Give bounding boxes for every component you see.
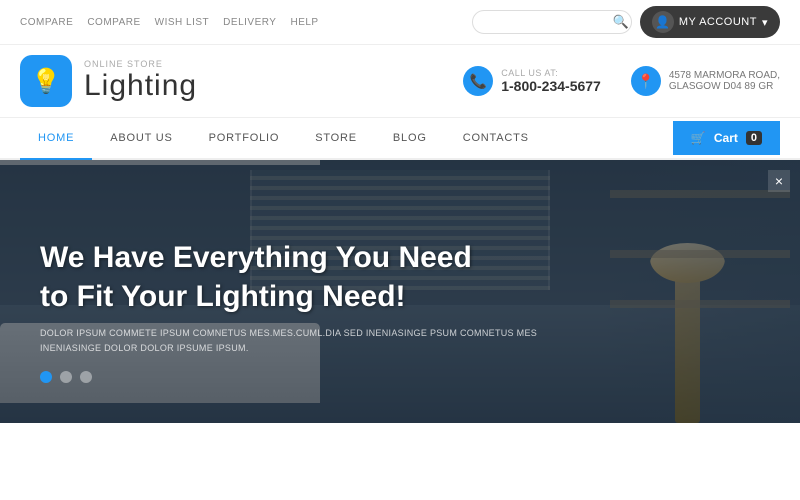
location-icon: 📍 <box>637 73 654 90</box>
account-button[interactable]: 👤 MY ACCOUNT ▾ <box>640 6 780 38</box>
top-right-actions: 🔍 👤 MY ACCOUNT ▾ <box>472 6 780 38</box>
nav-home[interactable]: HOME <box>20 118 92 160</box>
nav-delivery[interactable]: DELIVERY <box>223 17 276 28</box>
brand-text: ONLINE STORE Lighting <box>84 59 197 103</box>
account-label: MY ACCOUNT <box>679 16 757 28</box>
site-header: 💡 ONLINE STORE Lighting 📞 CALL US AT: 1-… <box>0 45 800 118</box>
top-bar: COMPARE COMPARE WISH LIST DELIVERY HELP … <box>0 0 800 45</box>
hero-title-line1: We Have Everything You Need <box>40 241 472 274</box>
cart-button[interactable]: 🛒 Cart 0 <box>673 121 780 155</box>
nav-compare2[interactable]: COMPARE <box>87 17 140 28</box>
nav-compare1[interactable]: COMPARE <box>20 17 73 28</box>
nav-wishlist[interactable]: WISH LIST <box>155 17 210 28</box>
search-button[interactable]: 🔍 <box>613 14 629 30</box>
carousel-dot-2[interactable] <box>60 371 72 383</box>
address-contact: 📍 4578 MARMORA ROAD, GLASGOW D04 89 GR <box>631 66 780 96</box>
location-icon-circle: 📍 <box>631 66 661 96</box>
brand-icon: 💡 <box>20 55 72 107</box>
top-navigation: COMPARE COMPARE WISH LIST DELIVERY HELP <box>20 17 319 28</box>
hero-subtitle: DOLOR IPSUM COMMETE IPSUM COMNETUS MES.M… <box>40 326 540 355</box>
nav-items-list: HOME ABOUT US PORTFOLIO STORE BLOG CONTA… <box>20 118 547 158</box>
phone-label: CALL US AT: <box>501 68 601 78</box>
store-label: ONLINE STORE <box>84 59 197 69</box>
brand-name: Lighting <box>84 69 197 103</box>
close-scroll-button[interactable]: × <box>768 170 790 192</box>
cart-icon: 🛒 <box>691 131 706 145</box>
address-text: 4578 MARMORA ROAD, GLASGOW D04 89 GR <box>669 70 780 92</box>
phone-icon: 📞 <box>469 73 486 90</box>
search-icon: 🔍 <box>613 14 629 29</box>
search-box: 🔍 <box>472 10 632 34</box>
phone-contact: 📞 CALL US AT: 1-800-234-5677 <box>463 66 601 96</box>
address-line2: GLASGOW D04 89 GR <box>669 81 780 92</box>
hero-title-line2: to Fit Your Lighting Need! <box>40 280 406 313</box>
nav-blog[interactable]: BLOG <box>375 118 445 158</box>
brand-logo: 💡 ONLINE STORE Lighting <box>20 55 197 107</box>
carousel-dots <box>40 371 540 383</box>
carousel-dot-1[interactable] <box>40 371 52 383</box>
nav-contacts[interactable]: CONTACTS <box>445 118 547 158</box>
chevron-down-icon: ▾ <box>762 16 768 29</box>
carousel-dot-3[interactable] <box>80 371 92 383</box>
hero-title: We Have Everything You Need to Fit Your … <box>40 238 540 316</box>
nav-help[interactable]: HELP <box>290 17 318 28</box>
cart-count: 0 <box>746 131 762 145</box>
lightbulb-icon: 💡 <box>31 67 61 96</box>
phone-icon-circle: 📞 <box>463 66 493 96</box>
nav-portfolio[interactable]: PORTFOLIO <box>191 118 298 158</box>
search-input[interactable] <box>483 16 613 28</box>
main-navigation: HOME ABOUT US PORTFOLIO STORE BLOG CONTA… <box>0 118 800 160</box>
hero-section: × We Have Everything You Need to Fit You… <box>0 160 800 423</box>
phone-text: CALL US AT: 1-800-234-5677 <box>501 68 601 94</box>
user-icon: 👤 <box>655 15 670 29</box>
phone-number: 1-800-234-5677 <box>501 78 601 94</box>
hero-content: We Have Everything You Need to Fit Your … <box>40 238 540 383</box>
nav-about-us[interactable]: ABOUT US <box>92 118 190 158</box>
cart-label: Cart <box>714 131 738 145</box>
header-contact: 📞 CALL US AT: 1-800-234-5677 📍 4578 MARM… <box>463 66 780 96</box>
avatar: 👤 <box>652 11 674 33</box>
nav-store[interactable]: STORE <box>297 118 375 158</box>
address-line1: 4578 MARMORA ROAD, <box>669 70 780 81</box>
